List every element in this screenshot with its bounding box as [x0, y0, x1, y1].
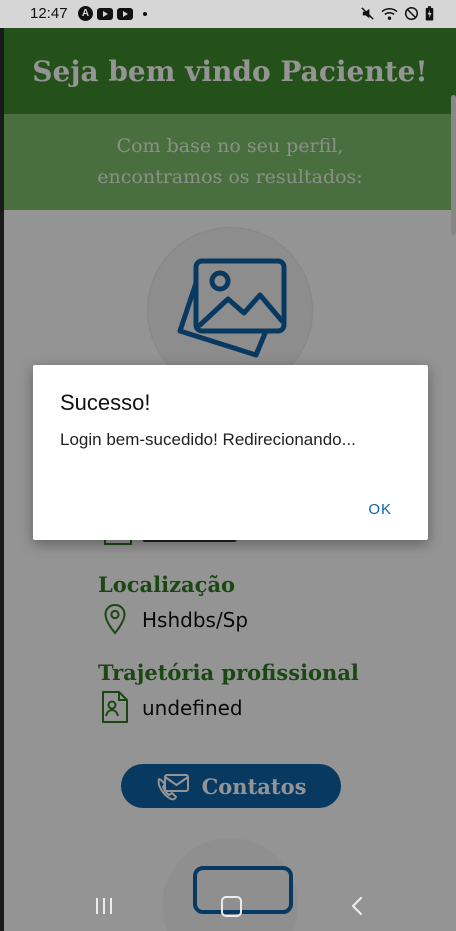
screen-edge	[0, 28, 4, 931]
status-time: 12:47	[30, 5, 68, 22]
youtube-icon	[117, 7, 133, 20]
more-notifications-icon	[143, 11, 147, 16]
dialog-title: Sucesso!	[60, 390, 151, 415]
recent-apps-icon[interactable]	[96, 898, 112, 914]
mute-icon	[361, 7, 374, 20]
battery-icon	[425, 6, 434, 21]
do-not-disturb-icon	[404, 6, 419, 21]
system-navigation-bar	[0, 880, 456, 931]
ok-button[interactable]: OK	[368, 501, 392, 518]
dialog-message: Login bem-sucedido! Redirecionando...	[60, 430, 356, 449]
a-badge-icon: A	[78, 6, 93, 21]
phone-screen: 12:47 A Seja bem vindo Paciente! Com bas…	[0, 0, 456, 931]
status-notification-icons: A	[78, 6, 147, 21]
wifi-icon	[381, 8, 398, 20]
success-dialog: Sucesso! Login bem-sucedido! Redireciona…	[33, 365, 428, 540]
status-system-icons	[360, 6, 434, 21]
back-icon[interactable]	[350, 896, 364, 916]
home-icon[interactable]	[221, 896, 242, 917]
status-bar: 12:47 A	[0, 0, 456, 28]
youtube-icon	[97, 7, 113, 20]
